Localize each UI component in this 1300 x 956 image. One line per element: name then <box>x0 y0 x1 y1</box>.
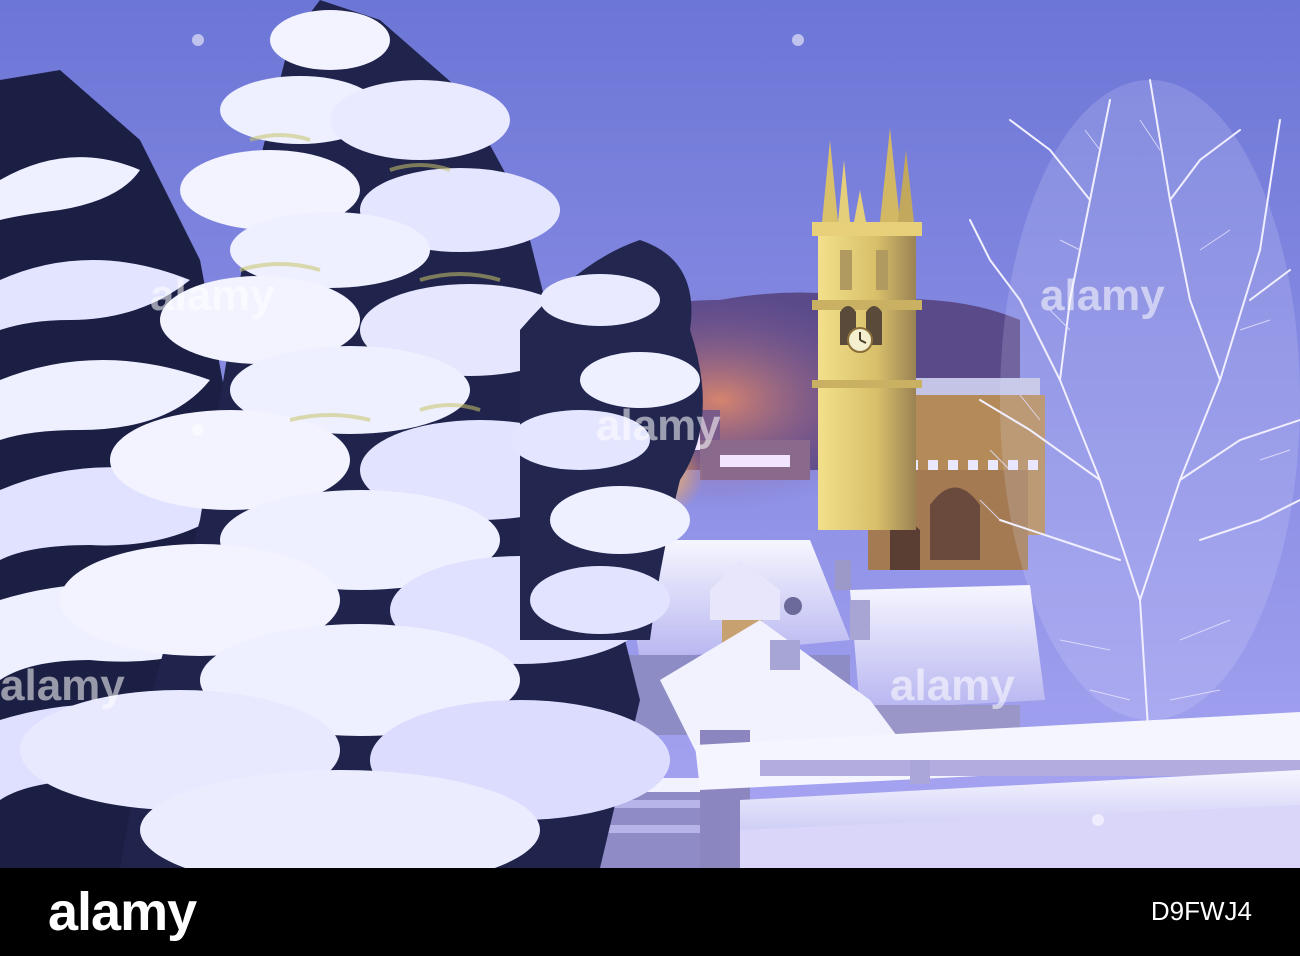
snow-on-branches <box>1000 80 1300 720</box>
footer-bar: alamy D9FWJ4 <box>0 868 1300 956</box>
watermark-text: alamy <box>890 661 1015 710</box>
alamy-logo: alamy <box>48 882 197 942</box>
snowy-fence <box>600 712 1300 868</box>
photo: alamy alamy alamy alamy alamy <box>0 0 1300 868</box>
watermark-text: alamy <box>0 661 125 710</box>
watermark-text: alamy <box>150 271 275 320</box>
image-id: D9FWJ4 <box>1150 896 1252 926</box>
watermark-text: alamy <box>1040 271 1165 320</box>
watermark-text: alamy <box>596 401 721 450</box>
